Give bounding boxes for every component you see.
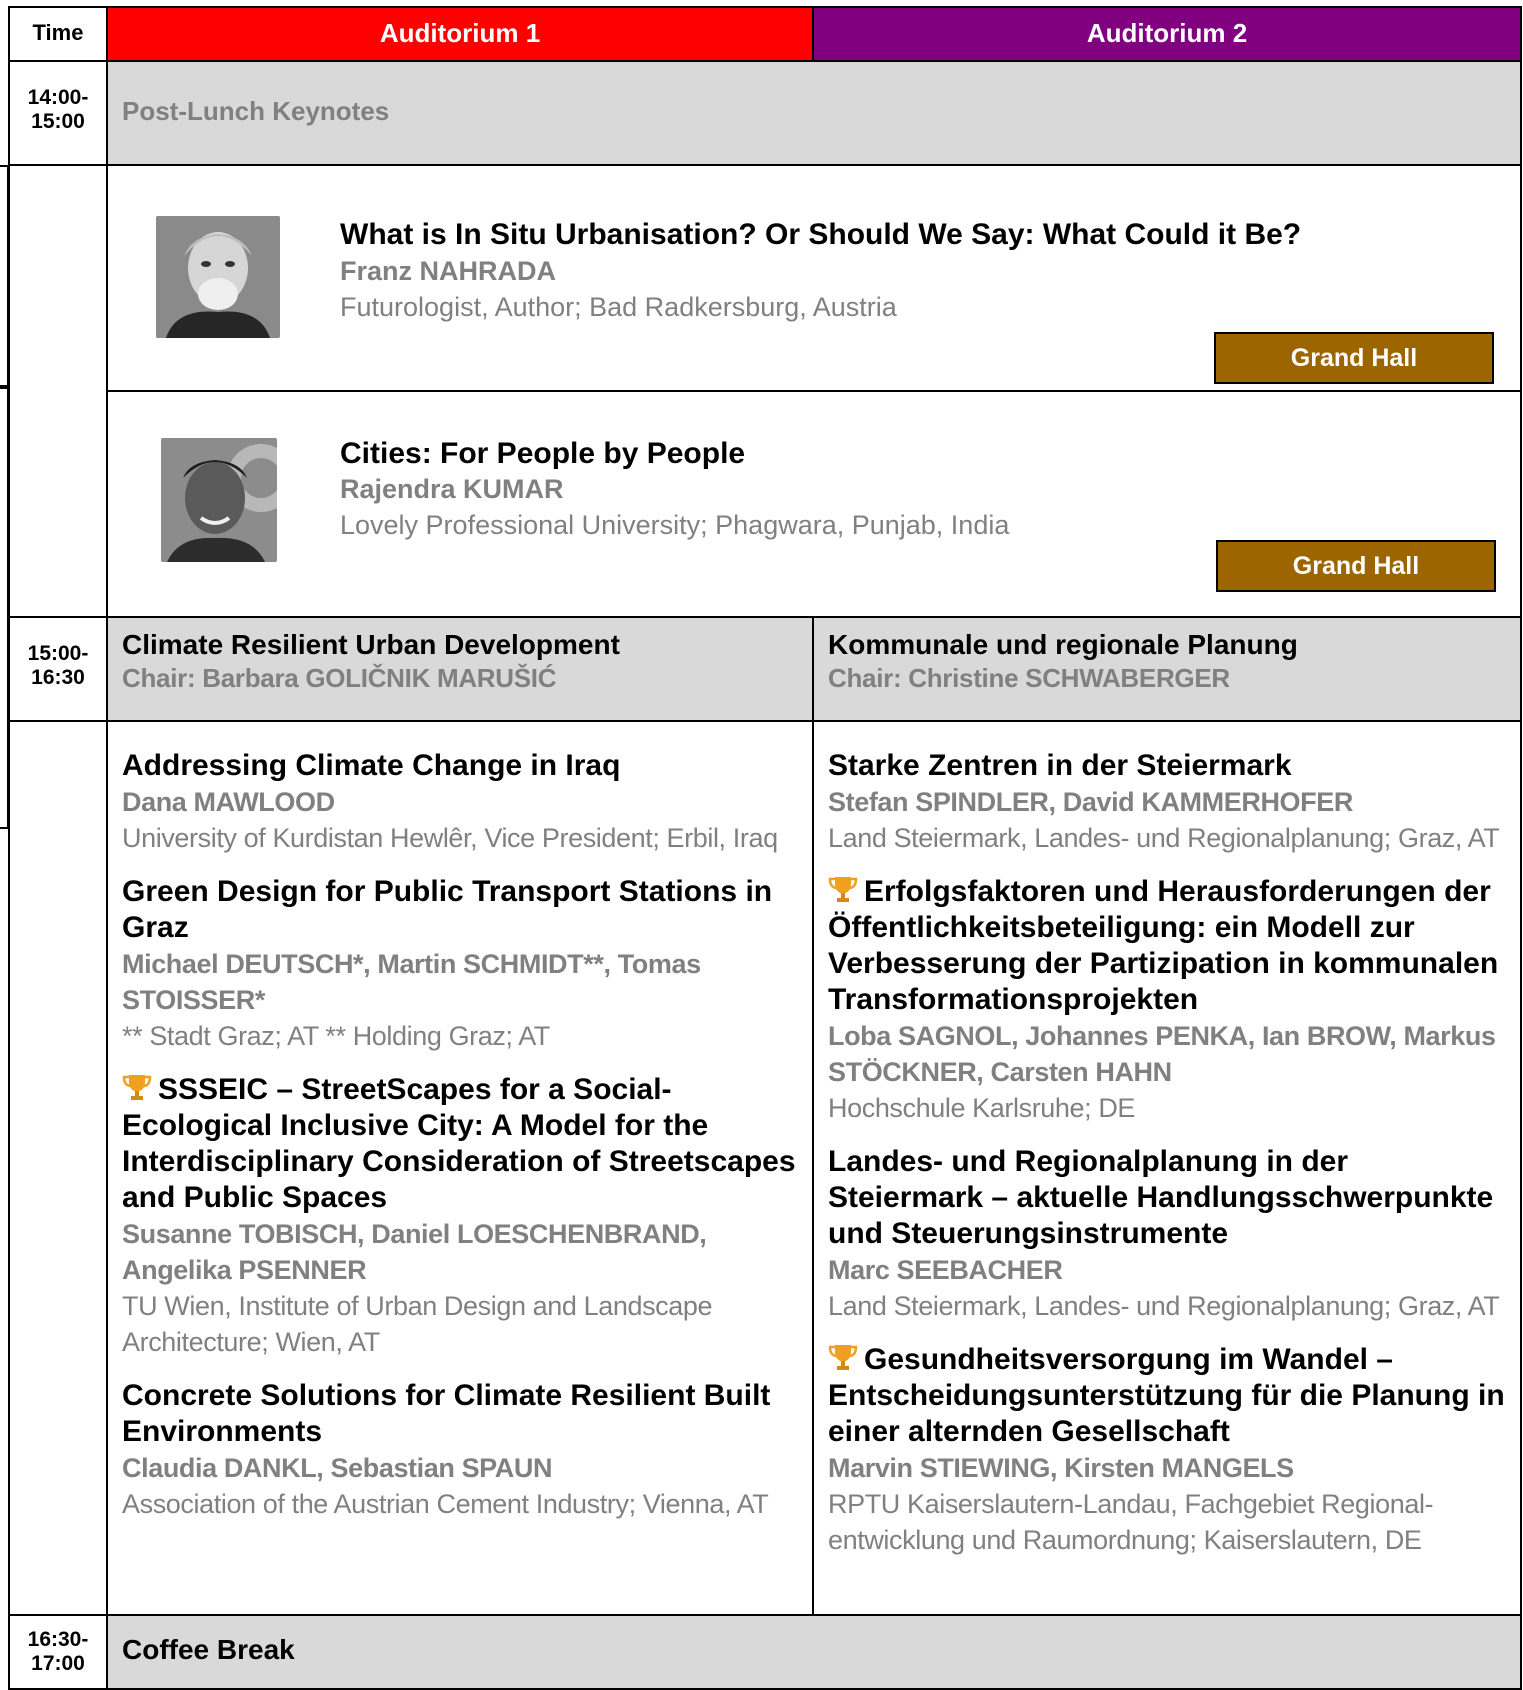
session-title[interactable]: Kommunale und regionale Planung — [828, 628, 1506, 662]
paper-title[interactable]: Starke Zentren in der Steiermark — [828, 748, 1506, 784]
paper-title-text: Gesundheitsversorgung im Wandel – Entsch… — [828, 1343, 1505, 1448]
paper-authors: Claudia DANKL, Sebastian SPAUN — [122, 1453, 553, 1483]
break-time: 16:30- 17:00 — [8, 1614, 108, 1690]
paper-title[interactable]: Green Design for Public Transport Statio… — [122, 874, 798, 946]
session-time: 15:00- 16:30 — [8, 616, 108, 722]
keynote-row-1: What is In Situ Urbanisation? Or Should … — [8, 164, 1522, 618]
paper-affiliation: TU Wien, Institute of Urban Design and L… — [122, 1291, 713, 1357]
time-column-header: Time — [8, 6, 108, 62]
paper-title[interactable]: Addressing Climate Change in Iraq — [122, 748, 798, 784]
trophy-icon — [828, 1342, 858, 1372]
paper-authors: Marvin STIEWING, Kirsten MANGELS — [828, 1453, 1294, 1483]
paper-title-text: Addressing Climate Change in Iraq — [122, 749, 621, 782]
paper-title[interactable]: SSSEIC – StreetScapes for a Social-Ecolo… — [122, 1072, 798, 1216]
paper-affiliation: University of Kurdistan Hewlêr, Vice Pre… — [122, 823, 778, 853]
paper-title[interactable]: Erfolgsfaktoren und Herausforderungen de… — [828, 874, 1506, 1018]
paper-title[interactable]: Landes- und Regionalplanung in der Steie… — [828, 1144, 1506, 1252]
paper-item: Concrete Solutions for Climate Resilient… — [122, 1378, 798, 1522]
session-header-auditorium1: Climate Resilient Urban Development Chai… — [106, 616, 814, 722]
keynote-speaker: Franz NAHRADA — [340, 256, 556, 286]
grand-hall-button[interactable]: Grand Hall — [1216, 540, 1496, 592]
paper-authors: Michael DEUTSCH*, Martin SCHMIDT**, Toma… — [122, 949, 701, 1015]
keynote-talk-2: Cities: For People by People Rajendra KU… — [106, 390, 1522, 618]
paper-authors: Loba SAGNOL, Johannes PENKA, Ian BROW, M… — [828, 1021, 1496, 1087]
paper-affiliation: Association of the Austrian Cement Indus… — [122, 1489, 769, 1519]
paper-affiliation: ** Stadt Graz; AT ** Holding Graz; AT — [122, 1021, 550, 1051]
paper-item: Green Design for Public Transport Statio… — [122, 874, 798, 1054]
paper-item: Landes- und Regionalplanung in der Steie… — [828, 1144, 1506, 1324]
auditorium2-header[interactable]: Auditorium 2 — [812, 6, 1522, 62]
paper-item: Erfolgsfaktoren und Herausforderungen de… — [828, 874, 1506, 1126]
keynote-title[interactable]: Cities: For People by People — [340, 437, 745, 471]
keynote-title[interactable]: What is In Situ Urbanisation? Or Should … — [340, 218, 1301, 252]
grand-hall-button[interactable]: Grand Hall — [1214, 332, 1494, 384]
paper-item: Gesundheitsversorgung im Wandel – Entsch… — [828, 1342, 1506, 1558]
paper-title-text: Concrete Solutions for Climate Resilient… — [122, 1379, 771, 1448]
paper-affiliation: Land Steiermark, Landes- und Regionalpla… — [828, 823, 1500, 853]
keynote-label: Post-Lunch Keynotes — [122, 96, 390, 126]
keynote-affiliation: Futurologist, Author; Bad Radkersburg, A… — [340, 292, 897, 322]
keynote-affiliation: Lovely Professional University; Phagwara… — [340, 510, 1010, 540]
paper-authors: Marc SEEBACHER — [828, 1255, 1063, 1285]
paper-title-text: Landes- und Regionalplanung in der Steie… — [828, 1145, 1494, 1250]
paper-authors: Stefan SPINDLER, David KAMMERHOFER — [828, 787, 1353, 817]
keynote-time: 14:00- 15:00 — [8, 60, 108, 166]
speaker-photo-nahrada — [156, 216, 280, 338]
paper-authors: Susanne TOBISCH, Daniel LOESCHENBRAND, A… — [122, 1219, 707, 1285]
keynote-card-2: Cities: For People by People Rajendra KU… — [108, 392, 1520, 616]
coffee-break-label: Coffee Break — [106, 1614, 1522, 1690]
paper-title-text: Erfolgsfaktoren und Herausforderungen de… — [828, 875, 1499, 1016]
papers-auditorium2: Starke Zentren in der Steiermark Stefan S… — [812, 720, 1522, 1616]
session-time-empty — [8, 720, 108, 1616]
paper-affiliation: RPTU Kaiserslautern-Landau, Fachgebiet R… — [828, 1489, 1434, 1555]
paper-title-text: Green Design for Public Transport Statio… — [122, 875, 773, 944]
session-title[interactable]: Climate Resilient Urban Development — [122, 628, 798, 662]
keynote-row-2: Cities: For People by People Rajendra KU… — [9, 390, 1522, 618]
break-row: 16:30- 17:00 Coffee Break — [8, 1614, 1522, 1690]
session-chair: Chair: Barbara GOLIČNIK MARUŠIĆ — [122, 663, 557, 693]
keynote-label-cell: Post-Lunch Keynotes — [106, 60, 1522, 166]
keynote-time-empty — [8, 164, 108, 618]
paper-title[interactable]: Gesundheitsversorgung im Wandel – Entsch… — [828, 1342, 1506, 1450]
auditorium1-header[interactable]: Auditorium 1 — [106, 6, 814, 62]
keynote-speaker: Rajendra KUMAR — [340, 474, 564, 504]
keynote-card-1: What is In Situ Urbanisation? Or Should … — [108, 166, 1520, 390]
keynote-header-row: 14:00- 15:00 Post-Lunch Keynotes — [8, 60, 1522, 166]
papers-auditorium1: Addressing Climate Change in Iraq Dana MA… — [106, 720, 814, 1616]
schedule-table: Time Auditorium 1 Auditorium 2 14:00- 15… — [8, 6, 1522, 1690]
session-chair: Chair: Christine SCHWABERGER — [828, 663, 1230, 693]
paper-affiliation: Hochschule Karlsruhe; DE — [828, 1093, 1136, 1123]
speaker-photo-kumar — [161, 438, 277, 562]
session-header-auditorium2: Kommunale und regionale Planung Chair: C… — [812, 616, 1522, 722]
header-row: Time Auditorium 1 Auditorium 2 — [8, 6, 1522, 62]
paper-item: Starke Zentren in der Steiermark Stefan S… — [828, 748, 1506, 856]
session-papers-row: Addressing Climate Change in Iraq Dana MA… — [8, 720, 1522, 1616]
paper-affiliation: Land Steiermark, Landes- und Regionalpla… — [828, 1291, 1500, 1321]
paper-title[interactable]: Concrete Solutions for Climate Resilient… — [122, 1378, 798, 1450]
paper-title-text: Starke Zentren in der Steiermark — [828, 749, 1292, 782]
paper-authors: Dana MAWLOOD — [122, 787, 335, 817]
session-header-row: 15:00- 16:30 Climate Resilient Urban Dev… — [8, 616, 1522, 722]
keynote-talk-1: What is In Situ Urbanisation? Or Should … — [106, 164, 1522, 392]
paper-item: Addressing Climate Change in Iraq Dana MA… — [122, 748, 798, 856]
trophy-icon — [122, 1072, 152, 1102]
trophy-icon — [828, 874, 858, 904]
paper-title-text: SSSEIC – StreetScapes for a Social-Ecolo… — [122, 1073, 796, 1214]
paper-item: SSSEIC – StreetScapes for a Social-Ecolo… — [122, 1072, 798, 1360]
